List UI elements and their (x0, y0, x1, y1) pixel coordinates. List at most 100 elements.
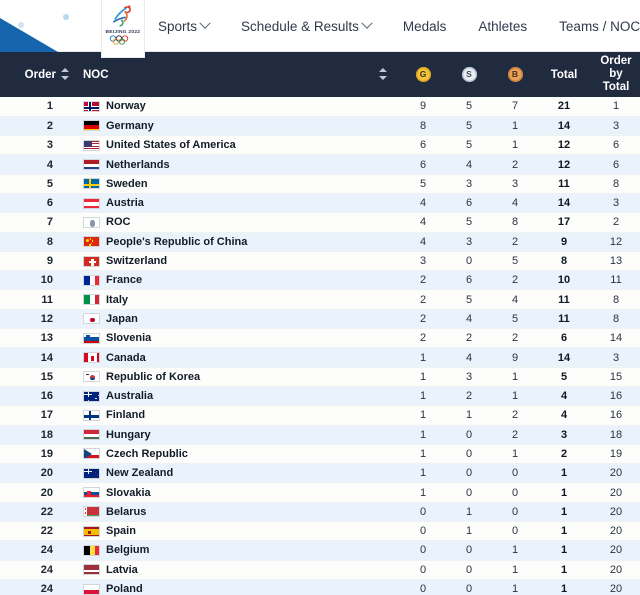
nav-item-schedule-results[interactable]: Schedule & Results (225, 0, 387, 52)
cell-noc[interactable]: Austria (74, 193, 366, 214)
table-row[interactable]: 20 New Zealand 1 0 0 1 20 (0, 463, 640, 484)
table-row[interactable]: 12 Japan 2 4 5 11 8 (0, 309, 640, 330)
header-silver[interactable]: S (446, 52, 492, 97)
nav-item-teams-nocs[interactable]: Teams / NOC's (543, 0, 640, 52)
table-row[interactable]: 11 Italy 2 5 4 11 8 (0, 289, 640, 310)
table-row[interactable]: 10 France 2 6 2 10 11 (0, 270, 640, 291)
table-row[interactable]: 19 Czech Republic 1 0 1 2 19 (0, 444, 640, 465)
table-row[interactable]: 18 Hungary 1 0 2 3 18 (0, 425, 640, 445)
cell-order-by-total: 19 (590, 444, 640, 465)
cell-noc[interactable]: Czech Republic (74, 444, 366, 465)
table-row[interactable]: 8 People's Republic of China 4 3 2 9 12 (0, 232, 640, 252)
cell-noc[interactable]: Spain (74, 521, 366, 542)
cell-gold: 2 (400, 328, 446, 349)
cell-noc[interactable]: Canada (74, 347, 366, 368)
cell-noc[interactable]: Poland (74, 579, 366, 595)
cell-gold: 4 (400, 212, 446, 233)
cell-order-by-total: 20 (590, 560, 640, 580)
cell-noc[interactable]: Finland (74, 405, 366, 426)
cell-silver: 3 (446, 174, 492, 194)
cell-bronze: 2 (492, 328, 538, 349)
table-row[interactable]: 24 Latvia 0 0 1 1 20 (0, 560, 640, 580)
nav-item-sports[interactable]: Sports (158, 0, 225, 52)
cell-noc[interactable]: Japan (74, 309, 366, 330)
olympic-emblem-icon (113, 5, 131, 27)
cell-noc[interactable]: Italy (74, 289, 366, 310)
nav-item-athletes[interactable]: Athletes (462, 0, 543, 52)
cell-noc[interactable]: Australia (74, 386, 366, 407)
cell-order: 24 (0, 540, 56, 561)
cell-noc[interactable]: New Zealand (74, 463, 366, 484)
cell-spacer (56, 251, 74, 272)
cell-spacer (366, 579, 400, 595)
cell-noc[interactable]: Belarus (74, 502, 366, 523)
noc-name: Switzerland (106, 255, 168, 268)
cell-noc[interactable]: Switzerland (74, 251, 366, 272)
table-row[interactable]: 14 Canada 1 4 9 14 3 (0, 347, 640, 368)
cell-order-by-total: 20 (590, 482, 640, 503)
decorative-triangle (0, 18, 58, 52)
cell-silver: 0 (446, 251, 492, 272)
cell-noc[interactable]: ROC (74, 212, 366, 233)
noc-name: Czech Republic (106, 447, 188, 460)
cell-gold: 4 (400, 193, 446, 214)
nav-item-medals[interactable]: Medals (387, 0, 463, 52)
cell-total: 11 (538, 309, 590, 330)
cell-spacer (56, 405, 74, 426)
table-row[interactable]: 3 United States of America 6 5 1 12 6 (0, 135, 640, 156)
cell-noc[interactable]: Slovakia (74, 482, 366, 503)
cell-total: 1 (538, 463, 590, 484)
cell-noc[interactable]: Netherlands (74, 154, 366, 175)
cell-noc[interactable]: People's Republic of China (74, 232, 366, 252)
flag-slovenia (83, 332, 100, 344)
table-row[interactable]: 16 Australia 1 2 1 4 16 (0, 386, 640, 407)
table-row[interactable]: 6 Austria 4 6 4 14 3 (0, 193, 640, 214)
table-row[interactable]: 24 Belgium 0 0 1 1 20 (0, 540, 640, 561)
cell-spacer (366, 540, 400, 561)
cell-bronze: 5 (492, 309, 538, 330)
table-row[interactable]: 22 Belarus 0 1 0 1 20 (0, 502, 640, 523)
cell-spacer (366, 251, 400, 272)
table-row[interactable]: 1 Norway 9 5 7 21 1 (0, 97, 640, 117)
cell-order: 2 (0, 116, 56, 137)
cell-spacer (366, 270, 400, 291)
table-row[interactable]: 5 Sweden 5 3 3 11 8 (0, 174, 640, 194)
flag-new-zealand (83, 467, 100, 479)
cell-noc[interactable]: United States of America (74, 135, 366, 156)
cell-silver: 5 (446, 135, 492, 156)
cell-noc[interactable]: Latvia (74, 560, 366, 580)
table-row[interactable]: 24 Poland 0 0 1 1 20 (0, 579, 640, 595)
sort-icon[interactable] (60, 68, 70, 81)
cell-noc[interactable]: Belgium (74, 540, 366, 561)
flag-latvia (83, 564, 100, 576)
cell-noc[interactable]: Hungary (74, 425, 366, 445)
beijing-2022-olympic-logo[interactable]: BEIJING 2022 (101, 0, 145, 58)
cell-noc[interactable]: Republic of Korea (74, 367, 366, 387)
table-row[interactable]: 17 Finland 1 1 2 4 16 (0, 405, 640, 426)
header-bronze[interactable]: B (492, 52, 538, 97)
header-gold[interactable]: G (400, 52, 446, 97)
cell-spacer (56, 154, 74, 175)
flag-italy (83, 294, 100, 306)
header-noc-sort[interactable] (366, 52, 400, 97)
flag-usa (83, 139, 100, 151)
table-row[interactable]: 9 Switzerland 3 0 5 8 13 (0, 251, 640, 272)
cell-noc[interactable]: Sweden (74, 174, 366, 194)
table-row[interactable]: 2 Germany 8 5 1 14 3 (0, 116, 640, 137)
noc-name: United States of America (106, 139, 236, 152)
cell-gold: 1 (400, 425, 446, 445)
cell-noc[interactable]: France (74, 270, 366, 291)
table-row[interactable]: 13 Slovenia 2 2 2 6 14 (0, 328, 640, 349)
table-row[interactable]: 22 Spain 0 1 0 1 20 (0, 521, 640, 542)
cell-noc[interactable]: Slovenia (74, 328, 366, 349)
cell-order-by-total: 11 (590, 270, 640, 291)
table-row[interactable]: 7 ROC 4 5 8 17 2 (0, 212, 640, 233)
cell-noc[interactable]: Germany (74, 116, 366, 137)
header-order-sort[interactable] (56, 52, 74, 97)
table-row[interactable]: 15 Republic of Korea 1 3 1 5 15 (0, 367, 640, 387)
table-row[interactable]: 20 Slovakia 1 0 0 1 20 (0, 482, 640, 503)
cell-noc[interactable]: Norway (74, 97, 366, 117)
table-row[interactable]: 4 Netherlands 6 4 2 12 6 (0, 154, 640, 175)
sort-icon[interactable] (378, 68, 388, 81)
cell-order-by-total: 15 (590, 367, 640, 387)
